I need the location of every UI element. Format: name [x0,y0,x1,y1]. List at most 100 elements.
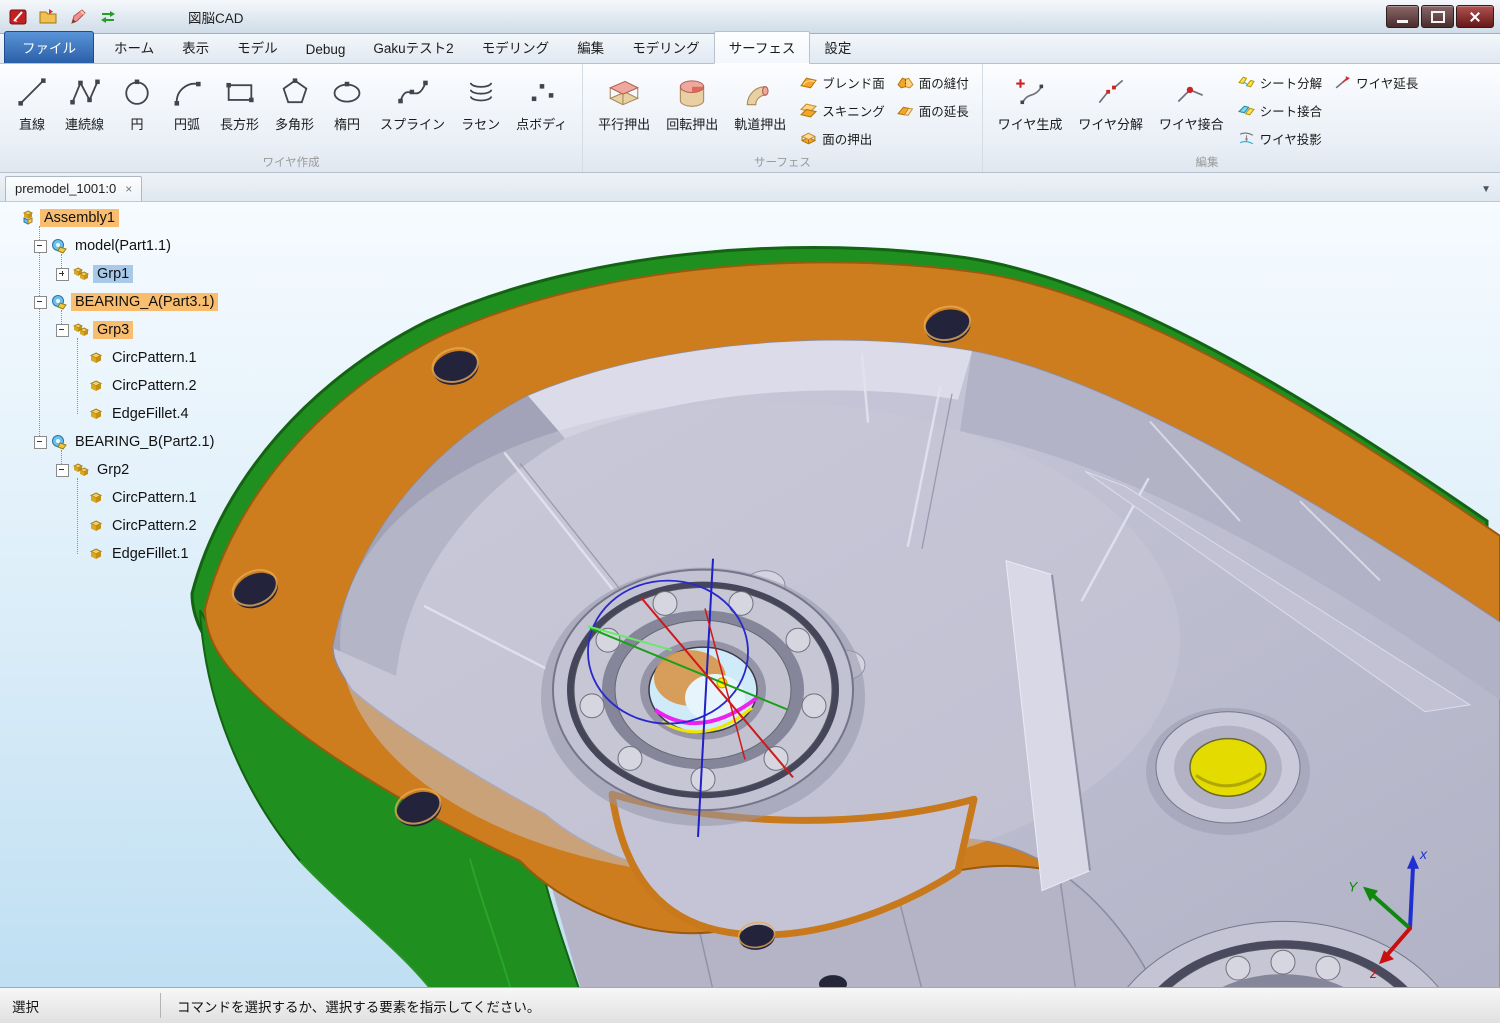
tree-item-model-part1[interactable]: model(Part1.1) [8,232,218,260]
tool-wire-extend[interactable]: ワイヤ延長 [1329,71,1423,94]
tree-item-label[interactable]: CircPattern.2 [108,517,201,535]
tree-item-circpattern2-b[interactable]: CircPattern.2 [8,512,218,540]
tool-ellipse[interactable]: 楕円 [323,67,371,135]
viewport-3d[interactable]: x Y z Assembly1 model(Part1.1) Grp1 [0,202,1500,987]
edit-pen-icon[interactable] [66,5,90,29]
tool-line[interactable]: 直線 [8,67,56,135]
tool-wire-join[interactable]: ワイヤ接合 [1152,67,1231,135]
tool-circle[interactable]: 円 [113,67,161,135]
tool-label: 連続線 [65,114,104,133]
tool-sheet-join[interactable]: シート接合 [1233,99,1328,122]
collapse-icon[interactable] [34,240,47,253]
tab-surface[interactable]: サーフェス [714,31,811,64]
maximize-button[interactable] [1421,5,1454,28]
yellow-plug[interactable] [1146,708,1310,835]
tree-item-circpattern2-a[interactable]: CircPattern.2 [8,372,218,400]
point-body-icon [525,72,559,112]
expand-icon[interactable] [56,268,69,281]
collapse-icon[interactable] [34,436,47,449]
tree-item-bearing-b[interactable]: BEARING_B(Part2.1) [8,428,218,456]
tree-item-grp2[interactable]: Grp2 [8,456,218,484]
minimize-icon [1397,20,1408,23]
collapse-icon[interactable] [34,296,47,309]
ellipse-icon [330,72,364,112]
tab-list-icon[interactable]: ▼ [1481,184,1491,195]
tab-modeling-2[interactable]: モデリング [618,32,714,63]
tool-helix[interactable]: ラセン [454,67,507,135]
tool-wire-create[interactable]: ワイヤ生成 [991,67,1070,135]
tab-file[interactable]: ファイル [4,31,94,63]
document-tab[interactable]: premodel_1001:0 × [5,176,142,201]
tree-item-label[interactable]: CircPattern.1 [108,489,201,507]
minimize-button[interactable] [1386,5,1419,28]
ribbon: 直線 連続線 円 円弧 長方形 多角形 [0,64,1500,173]
tool-label: 面の縫付 [919,73,969,92]
tool-label: 面の押出 [822,129,872,148]
tool-spline[interactable]: スプライン [373,67,452,135]
tree-item-label[interactable]: CircPattern.2 [108,377,201,395]
scene-canvas[interactable]: x Y z [0,202,1500,987]
tool-sheet-explode[interactable]: シート分解 [1233,71,1328,94]
tool-polyline[interactable]: 連続線 [58,67,111,135]
tool-wire-explode[interactable]: ワイヤ分解 [1071,67,1150,135]
tree-item-circpattern1-b[interactable]: CircPattern.1 [8,484,218,512]
tree-item-label[interactable]: Grp2 [93,461,133,479]
tab-gaku-test2[interactable]: Gakuテスト2 [359,32,467,63]
tool-face-extrude[interactable]: 面の押出 [795,127,890,150]
tab-edit[interactable]: 編集 [563,32,618,63]
tab-settings[interactable]: 設定 [810,32,865,63]
collapse-icon[interactable] [56,324,69,337]
document-tab-label: premodel_1001:0 [15,181,116,196]
tool-face-extend[interactable]: 面の延長 [892,99,974,122]
tree-item-label[interactable]: Assembly1 [40,209,119,227]
tool-label: 多角形 [275,114,314,133]
tab-home[interactable]: ホーム [100,32,168,63]
tree-item-label[interactable]: EdgeFillet.1 [108,545,193,563]
tool-label: 楕円 [334,114,360,133]
tool-parallel-extrude[interactable]: 平行押出 [591,67,657,135]
close-button[interactable] [1456,5,1494,28]
tree-item-label[interactable]: Grp3 [93,321,133,339]
tree-item-circpattern1-a[interactable]: CircPattern.1 [8,344,218,372]
tool-label: スキニング [822,101,885,120]
tool-rectangle[interactable]: 長方形 [213,67,266,135]
tool-revolve-extrude[interactable]: 回転押出 [659,67,725,135]
tab-model[interactable]: モデル [223,32,292,63]
tool-skinning[interactable]: スキニング [795,99,890,122]
status-mode: 選択 [0,993,161,1018]
tool-label: 回転押出 [666,114,718,133]
tree-item-label[interactable]: model(Part1.1) [71,237,175,255]
tree-item-edgefillet1[interactable]: EdgeFillet.1 [8,540,218,568]
tree-item-assembly1[interactable]: Assembly1 [8,204,218,232]
tab-debug[interactable]: Debug [292,37,360,63]
open-folder-icon[interactable] [36,5,60,29]
model-tree: Assembly1 model(Part1.1) Grp1 BEARING_A(… [8,204,218,568]
tool-arc[interactable]: 円弧 [163,67,211,135]
app-icon [6,5,30,29]
tree-item-label[interactable]: Grp1 [93,265,133,283]
tree-item-label[interactable]: CircPattern.1 [108,349,201,367]
tool-blend-face[interactable]: ブレンド面 [795,71,890,94]
tree-item-grp3[interactable]: Grp3 [8,316,218,344]
face-sew-icon [897,74,914,91]
tool-wire-project[interactable]: ワイヤ投影 [1233,127,1328,150]
swap-arrows-icon[interactable] [96,5,120,29]
tree-item-edgefillet4[interactable]: EdgeFillet.4 [8,400,218,428]
tree-item-label[interactable]: BEARING_B(Part2.1) [71,433,218,451]
tree-item-bearing-a[interactable]: BEARING_A(Part3.1) [8,288,218,316]
tool-point-body[interactable]: 点ボディ [509,67,574,135]
tree-item-grp1[interactable]: Grp1 [8,260,218,288]
circle-icon [120,72,154,112]
tree-item-label[interactable]: BEARING_A(Part3.1) [71,293,218,311]
tool-sweep-extrude[interactable]: 軌道押出 [727,67,793,135]
arc-icon [170,72,204,112]
group-label-wire: ワイヤ作成 [0,154,582,170]
collapse-icon[interactable] [56,464,69,477]
tool-face-sew[interactable]: 面の縫付 [892,71,974,94]
document-tab-close-icon[interactable]: × [125,183,132,195]
tab-view[interactable]: 表示 [168,32,223,63]
tool-polygon[interactable]: 多角形 [268,67,321,135]
tab-modeling-1[interactable]: モデリング [468,32,564,63]
bearing-a[interactable] [541,568,865,826]
tree-item-label[interactable]: EdgeFillet.4 [108,405,193,423]
